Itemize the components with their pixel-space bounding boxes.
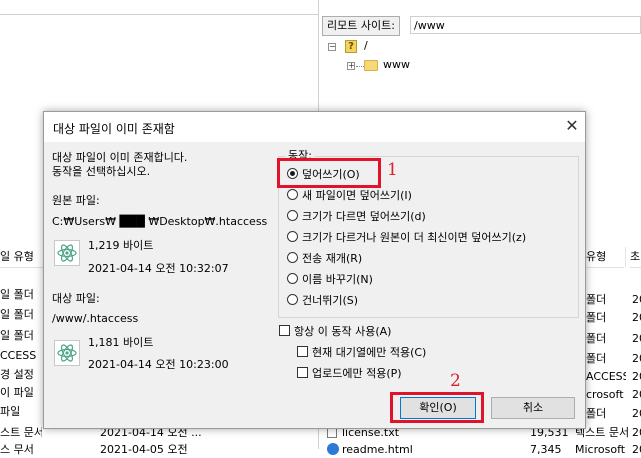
- checkbox-icon[interactable]: [279, 325, 290, 336]
- checkbox-label: 현재 대기열에만 적용(C): [312, 346, 427, 359]
- radio-label: 새 파일이면 덮어쓰기(I): [302, 189, 412, 202]
- radio-overwrite-if-newer[interactable]: 새 파일이면 덮어쓰기(I): [287, 186, 412, 206]
- list-item-year: 20: [632, 426, 641, 439]
- radio-label: 전송 재개(R): [302, 252, 363, 265]
- html-file-icon: [327, 443, 339, 455]
- radio-icon[interactable]: [287, 252, 298, 263]
- dialog-title: 대상 파일이 이미 존재함: [53, 122, 175, 136]
- target-file-label: 대상 파일:: [52, 292, 100, 305]
- list-item-year: 20: [632, 443, 641, 456]
- list-item[interactable]: 이 파일: [0, 384, 42, 401]
- list-item[interactable]: 일 폴더: [0, 327, 42, 344]
- list-item-year: 20: [632, 332, 641, 345]
- annotation-number-1: 1: [387, 160, 398, 180]
- tree-collapse-icon[interactable]: −: [328, 43, 336, 51]
- list-item[interactable]: 경 설정: [0, 366, 42, 383]
- list-item-year: 20: [632, 311, 641, 324]
- radio-overwrite-if-size-or-newer[interactable]: 크기가 다르거나 원본이 더 최신이면 덮어쓰기(z): [287, 228, 526, 248]
- tree-expand-icon[interactable]: +: [347, 62, 355, 70]
- target-file-path: /www/.htaccess: [52, 312, 139, 325]
- list-item-type: ACCESS: [586, 370, 626, 383]
- tree-connector: [356, 66, 364, 68]
- remote-column-modified[interactable]: 초: [630, 247, 641, 268]
- source-file-size: 1,219 바이트: [88, 239, 154, 252]
- list-item[interactable]: 스 무서: [0, 441, 42, 458]
- list-item-year: 20: [632, 388, 641, 401]
- list-item[interactable]: 일 폴더: [0, 286, 42, 303]
- highlight-overwrite-box: [277, 158, 381, 188]
- question-mark-icon: ?: [345, 40, 357, 53]
- radio-icon[interactable]: [287, 273, 298, 284]
- list-item[interactable]: 스트 문서: [0, 424, 42, 441]
- list-item-type: 폴더: [586, 311, 607, 324]
- list-item-type: 폴더: [586, 352, 607, 365]
- radio-label: 이름 바꾸기(N): [302, 273, 373, 286]
- checkbox-always-use[interactable]: 항상 이 동작 사용(A): [279, 322, 391, 342]
- local-panel-divider: [0, 14, 318, 15]
- checkbox-label: 항상 이 동작 사용(A): [294, 325, 392, 338]
- radio-label: 건너뛰기(S): [302, 294, 359, 307]
- dialog-message-line2: 동작을 선택하십시오.: [52, 165, 151, 178]
- remote-site-label: 리모트 사이트:: [322, 16, 400, 36]
- list-item-type: 폴더: [586, 332, 607, 345]
- list-item[interactable]: 파일: [0, 403, 42, 420]
- remote-column-type[interactable]: 유형: [586, 247, 624, 268]
- list-item-size: 7,345: [530, 443, 562, 456]
- radio-overwrite-if-size-differs[interactable]: 크기가 다르면 덮어쓰기(d): [287, 207, 426, 227]
- column-separator: [625, 247, 626, 267]
- radio-resume[interactable]: 전송 재개(R): [287, 249, 362, 269]
- list-item-type: 폴더: [586, 293, 607, 306]
- list-item-year: 20: [632, 352, 641, 365]
- list-item-type: crosoft ...: [586, 388, 626, 401]
- radio-label: 크기가 다르면 덮어쓰기(d): [302, 210, 426, 223]
- highlight-ok-box: [390, 392, 484, 423]
- source-file-path: C:₩Users₩ ███ ₩Desktop₩.htaccess: [52, 215, 268, 228]
- atom-file-icon: [54, 240, 80, 266]
- radio-label: 크기가 다르거나 원본이 더 최신이면 덮어쓰기(z): [302, 231, 527, 244]
- close-icon[interactable]: ✕: [562, 116, 582, 136]
- radio-icon[interactable]: [287, 189, 298, 200]
- remote-path-input[interactable]: /www: [410, 16, 641, 34]
- file-exists-dialog: 대상 파일이 이미 존재함 ✕ 대상 파일이 이미 존재합니다. 동작을 선택하…: [43, 111, 586, 429]
- checkbox-icon[interactable]: [297, 367, 308, 378]
- checkbox-icon[interactable]: [297, 346, 308, 357]
- checkbox-label: 업로드에만 적용(P): [312, 367, 402, 380]
- radio-icon[interactable]: [287, 231, 298, 242]
- cancel-button[interactable]: 취소: [491, 397, 575, 419]
- atom-file-icon: [54, 340, 80, 366]
- list-item-year: 20: [632, 293, 641, 306]
- list-item-type: Microsoft: [575, 443, 626, 456]
- list-item-year: 20: [632, 370, 641, 383]
- list-item-date: 2021-04-05 오전: [100, 443, 188, 456]
- list-item[interactable]: 일 폴더: [0, 306, 42, 323]
- annotation-number-2: 2: [450, 371, 461, 391]
- tree-item-root[interactable]: /: [364, 38, 368, 54]
- radio-rename[interactable]: 이름 바꾸기(N): [287, 270, 373, 290]
- source-file-date: 2021-04-14 오전 10:32:07: [88, 262, 229, 275]
- source-file-label: 원본 파일:: [52, 194, 100, 207]
- radio-icon[interactable]: [287, 210, 298, 221]
- list-item[interactable]: CCESS: [0, 347, 42, 364]
- target-file-date: 2021-04-14 오전 10:23:00: [88, 358, 229, 371]
- target-file-size: 1,181 바이트: [88, 336, 154, 349]
- list-item-year: 20: [632, 407, 641, 420]
- checkbox-upload-only[interactable]: 업로드에만 적용(P): [297, 364, 402, 384]
- radio-icon[interactable]: [287, 294, 298, 305]
- radio-skip[interactable]: 건너뛰기(S): [287, 291, 358, 311]
- tree-item-www[interactable]: www: [383, 57, 410, 73]
- folder-icon: [364, 60, 378, 71]
- list-item-type: 폴더: [586, 407, 607, 420]
- list-item-name[interactable]: readme.html: [342, 441, 432, 458]
- checkbox-queue-only[interactable]: 현재 대기열에만 적용(C): [297, 343, 426, 363]
